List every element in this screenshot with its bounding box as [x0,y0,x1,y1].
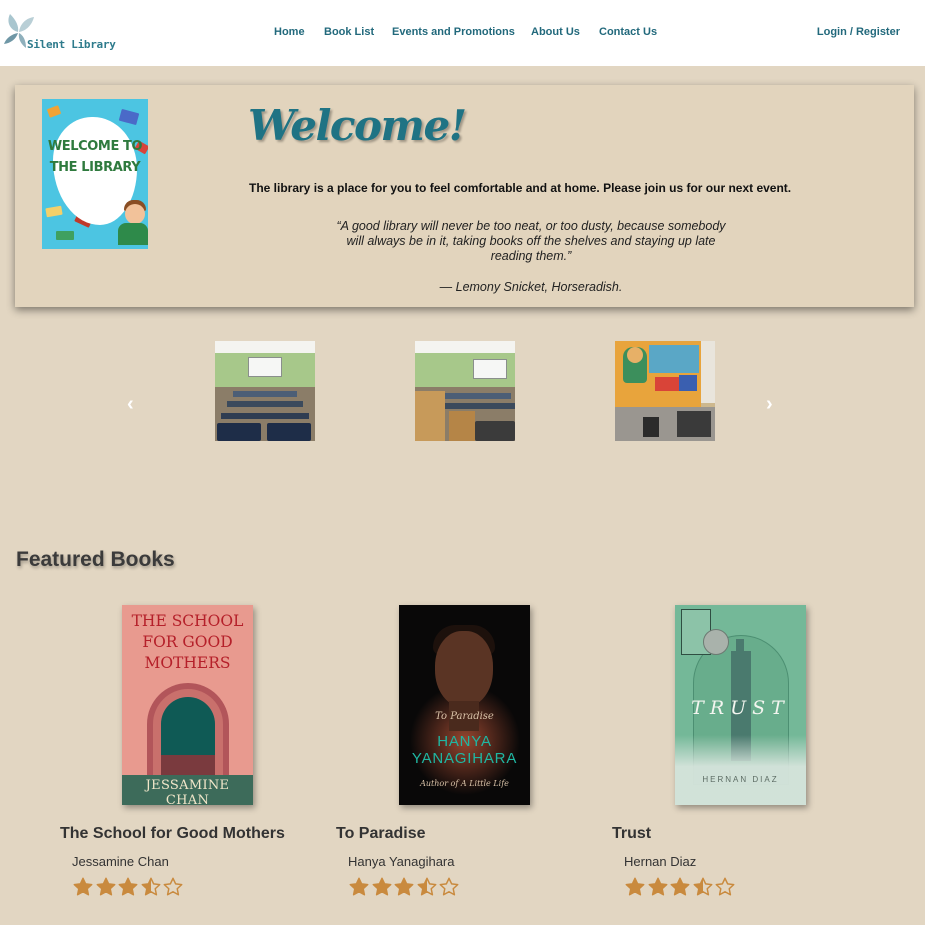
poster-text: WELCOME TO THE LIBRARY [47,139,143,175]
photo-carousel: ‹ › [0,330,925,460]
cover-author: HANYA YANAGIHARA [411,733,518,767]
star-full-icon [349,877,369,896]
welcome-title: Welcome! [248,101,467,150]
book-title[interactable]: To Paradise [336,825,426,843]
welcome-banner: WELCOME TO THE LIBRARY Welcome! The libr… [15,85,914,307]
book-title[interactable]: Trust [612,825,651,843]
cover-author: HERNAN DIAZ [702,775,779,784]
star-full-icon [670,877,690,896]
book-cover[interactable]: TRUST HERNAN DIAZ [675,605,806,805]
chevron-left-icon[interactable]: ‹ [127,394,134,414]
star-full-icon [73,877,93,896]
book-title[interactable]: The School for Good Mothers [60,825,285,843]
logo[interactable]: Silent Library [4,10,116,56]
book-author: Hanya Yanagihara [348,854,455,869]
star-rating [624,876,737,898]
star-rating [72,876,185,898]
nav-book-list[interactable]: Book List [324,26,374,38]
star-half-icon [417,877,436,896]
nav-about-us[interactable]: About Us [531,26,580,38]
logo-text: Silent Library [27,38,116,51]
welcome-poster-image: WELCOME TO THE LIBRARY [42,99,148,249]
book-author: Jessamine Chan [72,854,169,869]
star-full-icon [648,877,667,896]
cover-tagline: Author of A Little Life [420,779,509,788]
carousel-slide-classroom-1[interactable] [215,341,315,441]
library-quote: “A good library will never be too neat, … [336,219,726,263]
carousel-slide-classroom-2[interactable] [415,341,515,441]
quote-attribution: — Lemony Snicket, Horseradish. [439,280,623,294]
book-cover[interactable]: To Paradise HANYA YANAGIHARA Author of A… [399,605,530,805]
book-card[interactable]: THE SCHOOL FOR GOOD MOTHERS JESSAMINE CH… [60,605,336,905]
star-empty-icon [163,877,183,896]
book-card[interactable]: TRUST HERNAN DIAZ Trust Hernan Diaz [612,605,888,905]
nav-contact-us[interactable]: Contact Us [599,26,657,38]
book-card[interactable]: To Paradise HANYA YANAGIHARA Author of A… [336,605,612,905]
featured-books-heading: Featured Books [16,548,175,571]
login-register-link[interactable]: Login / Register [817,26,900,38]
star-full-icon [96,877,115,896]
star-full-icon [625,877,645,896]
award-seal-icon [703,629,729,655]
nav-events-promotions[interactable]: Events and Promotions [392,26,515,38]
star-full-icon [394,877,414,896]
site-header: Silent Library Home Book List Events and… [0,0,925,66]
book-author: Hernan Diaz [624,854,697,869]
carousel-slide-mural[interactable] [615,341,715,441]
cover-title: To Paradise [435,711,494,722]
nav-home[interactable]: Home [274,26,305,38]
star-full-icon [118,877,138,896]
star-full-icon [372,877,391,896]
welcome-subtitle: The library is a place for you to feel c… [249,181,792,195]
cover-title: TRUST [691,697,790,719]
star-empty-icon [715,877,735,896]
star-half-icon [693,877,712,896]
cover-author: JESSAMINE CHAN [122,775,253,805]
book-cover[interactable]: THE SCHOOL FOR GOOD MOTHERS JESSAMINE CH… [122,605,253,805]
cover-title: THE SCHOOL FOR GOOD MOTHERS [131,612,244,672]
chevron-right-icon[interactable]: › [766,394,773,414]
star-empty-icon [439,877,459,896]
star-rating [348,876,461,898]
star-half-icon [141,877,160,896]
